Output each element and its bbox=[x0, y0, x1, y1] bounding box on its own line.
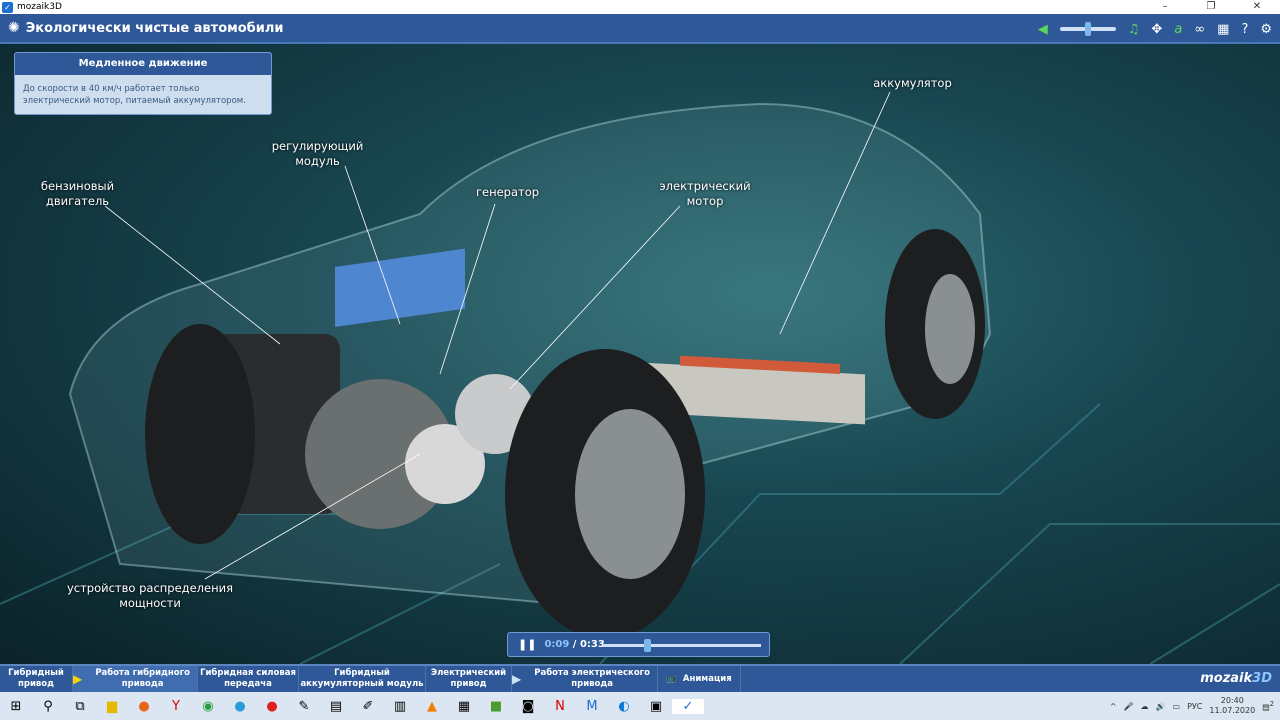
menu-spinner-icon[interactable]: ✺ bbox=[8, 20, 20, 36]
app-icon[interactable]: ▤ bbox=[320, 699, 352, 714]
clock[interactable]: 20:40 11.07.2020 bbox=[1209, 696, 1255, 716]
info-title: Медленное движение bbox=[15, 53, 271, 75]
explorer-icon[interactable]: ▆ bbox=[96, 699, 128, 714]
grid-icon[interactable]: ▦ bbox=[1217, 22, 1229, 37]
tab-label: Гибридный аккумуляторный модуль bbox=[300, 668, 424, 689]
time-separator: / bbox=[572, 639, 577, 650]
volume-icon[interactable]: 🔊 bbox=[1156, 702, 1166, 711]
notifications-icon[interactable]: ▤2 bbox=[1262, 700, 1274, 712]
yandex-icon[interactable]: ● bbox=[256, 699, 288, 714]
calculator-icon[interactable]: ▦ bbox=[448, 699, 480, 714]
mozaik-taskbar-icon[interactable]: ✓ bbox=[672, 698, 704, 714]
info-panel: Медленное движение До скорости в 40 км/ч… bbox=[14, 52, 272, 115]
start-icon[interactable]: ⊞ bbox=[0, 699, 32, 714]
speaker-icon[interactable]: ◀ bbox=[1038, 22, 1048, 37]
brand-logo: mozaik3D bbox=[1200, 671, 1272, 686]
tab-electric-drive[interactable]: Электрический привод bbox=[426, 666, 512, 692]
tab-label: Гибридный привод bbox=[8, 668, 64, 689]
text-icon[interactable]: a bbox=[1174, 22, 1182, 37]
cloud-icon[interactable]: ☁ bbox=[1141, 702, 1149, 711]
language-indicator[interactable]: РУС bbox=[1187, 702, 1202, 711]
microphone-icon[interactable]: 🎤 bbox=[1124, 702, 1134, 711]
telegram-icon[interactable]: ● bbox=[224, 699, 256, 714]
window-titlebar: ✓ mozaik3D – ❐ ✕ bbox=[0, 0, 1280, 14]
help-icon[interactable]: ? bbox=[1241, 22, 1248, 37]
tab-label: Анимация bbox=[682, 673, 732, 684]
app-icon[interactable]: ▣ bbox=[640, 699, 672, 714]
label-engine: бензиновый двигатель bbox=[40, 179, 115, 208]
tab-label: Гибридная силовая передача bbox=[200, 668, 296, 689]
label-control-module: регулирующий модуль bbox=[271, 139, 364, 168]
info-text: До скорости в 40 км/ч работает только эл… bbox=[23, 84, 246, 106]
page-title: Экологически чистые автомобили bbox=[25, 20, 284, 36]
firefox-icon[interactable]: ● bbox=[128, 699, 160, 714]
play-icon: ▶ bbox=[512, 671, 522, 686]
app-icon[interactable]: ▥ bbox=[384, 699, 416, 714]
pause-button[interactable]: ❚❚ bbox=[518, 638, 536, 651]
app-m-icon[interactable]: M bbox=[576, 699, 608, 714]
taskbar: ⊞ ⚲ ⧉ ▆ ● Y ◉ ● ● ✎ ▤ ✐ ▥ ▲ ▦ ■ ◙ N M ◐ … bbox=[0, 692, 1280, 720]
volume-handle[interactable] bbox=[1084, 22, 1091, 36]
tab-label: Электрический привод bbox=[430, 668, 507, 689]
car-illustration bbox=[0, 91, 1280, 664]
netflix-icon[interactable]: N bbox=[544, 699, 576, 714]
time: 20:40 bbox=[1220, 696, 1244, 705]
minimize-button[interactable]: – bbox=[1142, 0, 1188, 14]
tab-label: Работа электрического привода bbox=[534, 668, 650, 689]
tab-animation[interactable]: 📺 Анимация bbox=[658, 666, 741, 692]
brand-text-3d: 3D bbox=[1252, 671, 1272, 686]
date: 11.07.2020 bbox=[1209, 706, 1256, 715]
app-icon[interactable]: ✎ bbox=[288, 699, 320, 714]
tab-electric-operation[interactable]: ▶ Работа электрического привода bbox=[512, 666, 658, 692]
move-icon[interactable]: ✥ bbox=[1151, 22, 1162, 37]
current-time: 0:09 bbox=[544, 639, 570, 650]
camera-icon[interactable]: ◙ bbox=[512, 699, 544, 714]
tab-hybrid-operation[interactable]: ▶ Работа гибридного привода bbox=[73, 666, 198, 692]
window-title: mozaik3D bbox=[17, 2, 62, 12]
vlc-icon[interactable]: ▲ bbox=[416, 699, 448, 714]
bottom-nav: Гибридный привод ▶ Работа гибридного прив… bbox=[0, 664, 1280, 692]
label-battery: аккумулятор bbox=[873, 76, 952, 90]
seek-handle[interactable] bbox=[643, 639, 651, 652]
search-icon[interactable]: ⚲ bbox=[32, 699, 64, 714]
maximize-button[interactable]: ❐ bbox=[1188, 0, 1234, 14]
system-tray: ^ 🎤 ☁ 🔊 ▭ РУС 20:40 11.07.2020 ▤2 bbox=[1110, 692, 1274, 720]
yandex-browser-icon[interactable]: Y bbox=[160, 699, 192, 714]
brand-text: mozaik bbox=[1200, 671, 1253, 686]
app-logo-icon: ✓ bbox=[2, 1, 13, 13]
app-icon[interactable]: ✐ bbox=[352, 699, 384, 714]
nvidia-icon[interactable]: ■ bbox=[480, 699, 512, 714]
tv-icon: 📺 bbox=[666, 673, 677, 684]
media-player: ❚❚ 0:09 / 0:33 bbox=[507, 632, 770, 657]
label-electric-motor: электрический мотор bbox=[659, 179, 751, 208]
label-power-split-device: устройство распределения мощности bbox=[66, 581, 234, 610]
link-icon[interactable]: ∞ bbox=[1194, 22, 1205, 37]
task-view-icon[interactable]: ⧉ bbox=[64, 699, 96, 714]
network-icon[interactable]: ▭ bbox=[1173, 702, 1181, 711]
label-generator: генератор bbox=[475, 185, 540, 199]
app-header: ✺ Экологически чистые автомобили ◀ ♫ ✥ a… bbox=[0, 14, 1280, 44]
chrome-icon[interactable]: ◉ bbox=[192, 699, 224, 714]
music-icon[interactable]: ♫ bbox=[1128, 22, 1140, 37]
gear-icon[interactable]: ⚙ bbox=[1260, 22, 1272, 37]
tab-hybrid-drive[interactable]: Гибридный привод bbox=[0, 666, 73, 692]
edge-icon[interactable]: ◐ bbox=[608, 699, 640, 714]
notification-count: 2 bbox=[1269, 700, 1274, 709]
3d-scene[interactable]: Медленное движение До скорости в 40 км/ч… bbox=[0, 44, 1280, 664]
close-button[interactable]: ✕ bbox=[1234, 0, 1280, 14]
seek-bar[interactable] bbox=[603, 639, 761, 652]
tab-label: Работа гибридного привода bbox=[95, 668, 190, 689]
play-icon: ▶ bbox=[73, 671, 83, 686]
tab-hybrid-powertrain[interactable]: Гибридная силовая передача bbox=[198, 666, 299, 692]
tray-chevron-icon[interactable]: ^ bbox=[1110, 702, 1117, 711]
total-time: 0:33 bbox=[579, 639, 605, 650]
volume-slider[interactable] bbox=[1059, 22, 1116, 36]
tab-battery-module[interactable]: Гибридный аккумуляторный модуль bbox=[299, 666, 426, 692]
